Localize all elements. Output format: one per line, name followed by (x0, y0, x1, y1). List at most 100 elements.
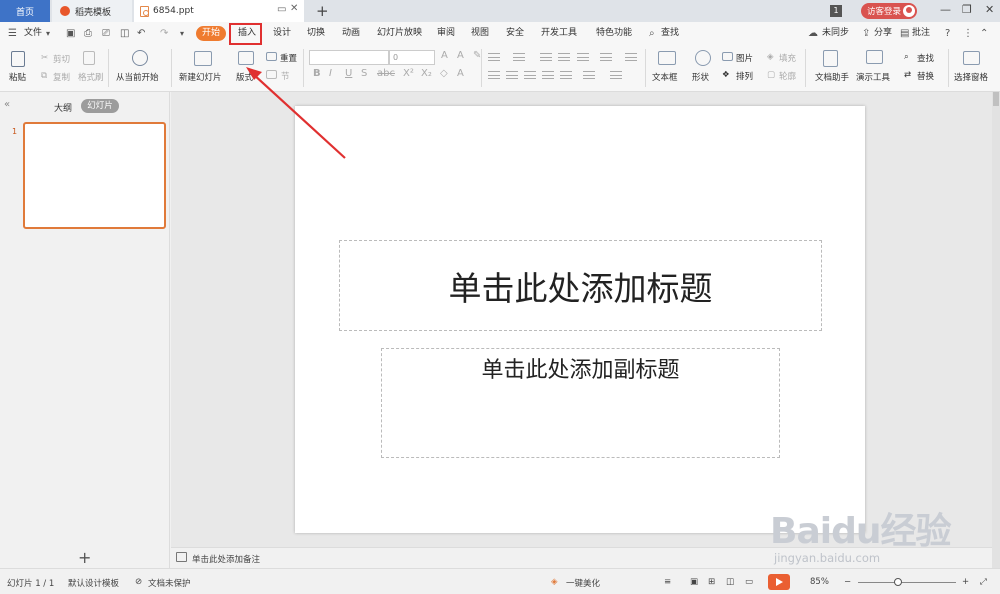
protection-status[interactable]: 文档未保护 (148, 577, 191, 589)
align-text-icon[interactable] (625, 53, 637, 61)
replace-button[interactable]: 替换 (917, 70, 934, 82)
paste-button[interactable]: 粘贴 (9, 71, 26, 83)
superscript-icon[interactable]: X² (403, 68, 414, 79)
underline-icon[interactable]: U (345, 68, 352, 79)
bullets-icon[interactable] (488, 53, 500, 61)
paste-icon[interactable] (11, 51, 25, 67)
vertical-scrollbar[interactable] (992, 92, 1000, 568)
minimize-icon[interactable]: — (940, 3, 951, 16)
menu-start[interactable]: 开始 (196, 26, 226, 41)
picture-icon[interactable] (722, 52, 733, 61)
zoom-out-icon[interactable]: − (844, 577, 851, 587)
find-icon[interactable]: ⌕ (904, 52, 909, 62)
zoom-slider-knob[interactable] (894, 578, 902, 586)
increase-font-icon[interactable]: A (441, 50, 448, 61)
arrange-icon[interactable]: ❖ (722, 70, 730, 80)
line-spacing-icon[interactable] (577, 53, 589, 61)
tab-close-icon[interactable]: ✕ (290, 3, 298, 14)
collapse-panel-icon[interactable]: « (4, 99, 10, 110)
close-window-icon[interactable]: ✕ (985, 3, 994, 16)
outline-icon[interactable]: ▢ (767, 70, 775, 80)
menu-view[interactable]: 视图 (471, 22, 489, 45)
columns-icon[interactable] (583, 71, 595, 79)
format-painter-icon[interactable] (83, 51, 95, 65)
new-tab-button[interactable]: + (316, 2, 329, 20)
textbox-button[interactable]: 文本框 (652, 71, 678, 83)
align-center-icon[interactable] (506, 71, 518, 79)
shadow-icon[interactable]: S (361, 68, 367, 79)
menu-security[interactable]: 安全 (506, 22, 524, 45)
add-slide-button[interactable]: + (78, 548, 91, 567)
login-button[interactable]: 访客登录 (861, 3, 917, 19)
from-current-button[interactable]: 从当前开始 (116, 71, 159, 83)
preview-icon[interactable]: ◫ (120, 22, 129, 45)
copy-icon[interactable]: ⧉ (41, 71, 47, 81)
share-button[interactable]: 分享 (874, 22, 892, 45)
replace-icon[interactable]: ⇄ (904, 70, 911, 80)
reset-icon[interactable] (266, 52, 277, 61)
beautify-button[interactable]: 一键美化 (566, 577, 600, 589)
menu-animation[interactable]: 动画 (342, 22, 360, 45)
scrollbar-thumb[interactable] (993, 92, 999, 106)
window-count-badge[interactable]: 1 (830, 5, 842, 17)
justify-icon[interactable] (542, 71, 554, 79)
chevron-down-icon[interactable]: ▾ (46, 22, 50, 45)
menu-search[interactable]: 查找 (661, 22, 679, 45)
cut-button[interactable]: 剪切 (53, 53, 70, 65)
sync-status[interactable]: 未同步 (822, 22, 849, 45)
outline-button[interactable]: 轮廓 (779, 70, 796, 82)
new-slide-button[interactable]: 新建幻灯片 (179, 71, 222, 83)
present-tools-button[interactable]: 演示工具 (856, 71, 890, 83)
help-icon[interactable]: ? (945, 22, 950, 45)
strikethrough-icon[interactable]: abc (377, 68, 395, 79)
undo-icon[interactable]: ↶ (137, 22, 145, 45)
menu-slideshow[interactable]: 幻灯片放映 (377, 22, 422, 45)
fit-window-icon[interactable]: ⤢ (980, 577, 987, 587)
tab-pin-icon[interactable]: ▭ (277, 4, 286, 15)
textbox-icon[interactable] (658, 51, 676, 65)
fill-icon[interactable]: ◈ (767, 52, 774, 62)
reset-button[interactable]: 重置 (280, 52, 297, 64)
text-highlight-icon[interactable]: A (457, 68, 464, 79)
hamburger-icon[interactable]: ☰ (8, 22, 17, 45)
distribute-icon[interactable] (560, 71, 572, 79)
fill-button[interactable]: 填充 (779, 52, 796, 64)
play-slideshow-button[interactable] (768, 574, 790, 590)
menu-review[interactable]: 审阅 (437, 22, 455, 45)
fullscreen-view-icon[interactable]: ▭ (745, 577, 753, 587)
title-placeholder[interactable]: 单击此处添加标题 (339, 240, 822, 331)
zoom-slider[interactable] (858, 582, 956, 583)
redo-icon[interactable]: ↷ (160, 22, 168, 45)
restore-icon[interactable]: ❐ (962, 3, 972, 16)
slide-thumbnail[interactable] (23, 122, 166, 229)
beautify-icon[interactable]: ◈ (551, 577, 558, 587)
doc-assistant-button[interactable]: 文档助手 (815, 71, 849, 83)
text-direction-icon[interactable] (600, 53, 612, 61)
comment-icon[interactable]: ▤ (900, 22, 909, 45)
slides-tab[interactable]: 幻灯片 (81, 99, 119, 113)
print-icon[interactable]: ⎚ (102, 22, 110, 45)
design-template[interactable]: 默认设计模板 (68, 577, 119, 589)
tab-home[interactable]: 首页 (0, 0, 50, 22)
menu-design[interactable]: 设计 (273, 22, 291, 45)
bold-icon[interactable]: B (313, 68, 321, 79)
numbering-icon[interactable] (513, 53, 525, 61)
select-pane-icon[interactable] (963, 51, 980, 65)
decrease-indent-icon[interactable] (540, 53, 552, 61)
picture-button[interactable]: 图片 (736, 52, 753, 64)
layout-icon[interactable] (238, 51, 254, 65)
increase-indent-icon[interactable] (558, 53, 570, 61)
export-pdf-icon[interactable]: ⎙ (84, 22, 92, 45)
menu-features[interactable]: 特色功能 (596, 22, 632, 45)
section-icon[interactable] (266, 70, 277, 79)
comment-button[interactable]: 批注 (912, 22, 930, 45)
collapse-ribbon-icon[interactable]: ⌃ (980, 22, 988, 45)
shape-button[interactable]: 形状 (692, 71, 709, 83)
layout-button[interactable]: 版式 (236, 71, 253, 83)
find-button[interactable]: 查找 (917, 52, 934, 64)
copy-button[interactable]: 复制 (53, 71, 70, 83)
sorter-view-icon[interactable]: ⊞ (708, 577, 715, 587)
notes-placeholder[interactable]: 单击此处添加备注 (192, 553, 260, 565)
play-from-current-icon[interactable] (132, 50, 148, 66)
align-right-icon[interactable] (524, 71, 536, 79)
